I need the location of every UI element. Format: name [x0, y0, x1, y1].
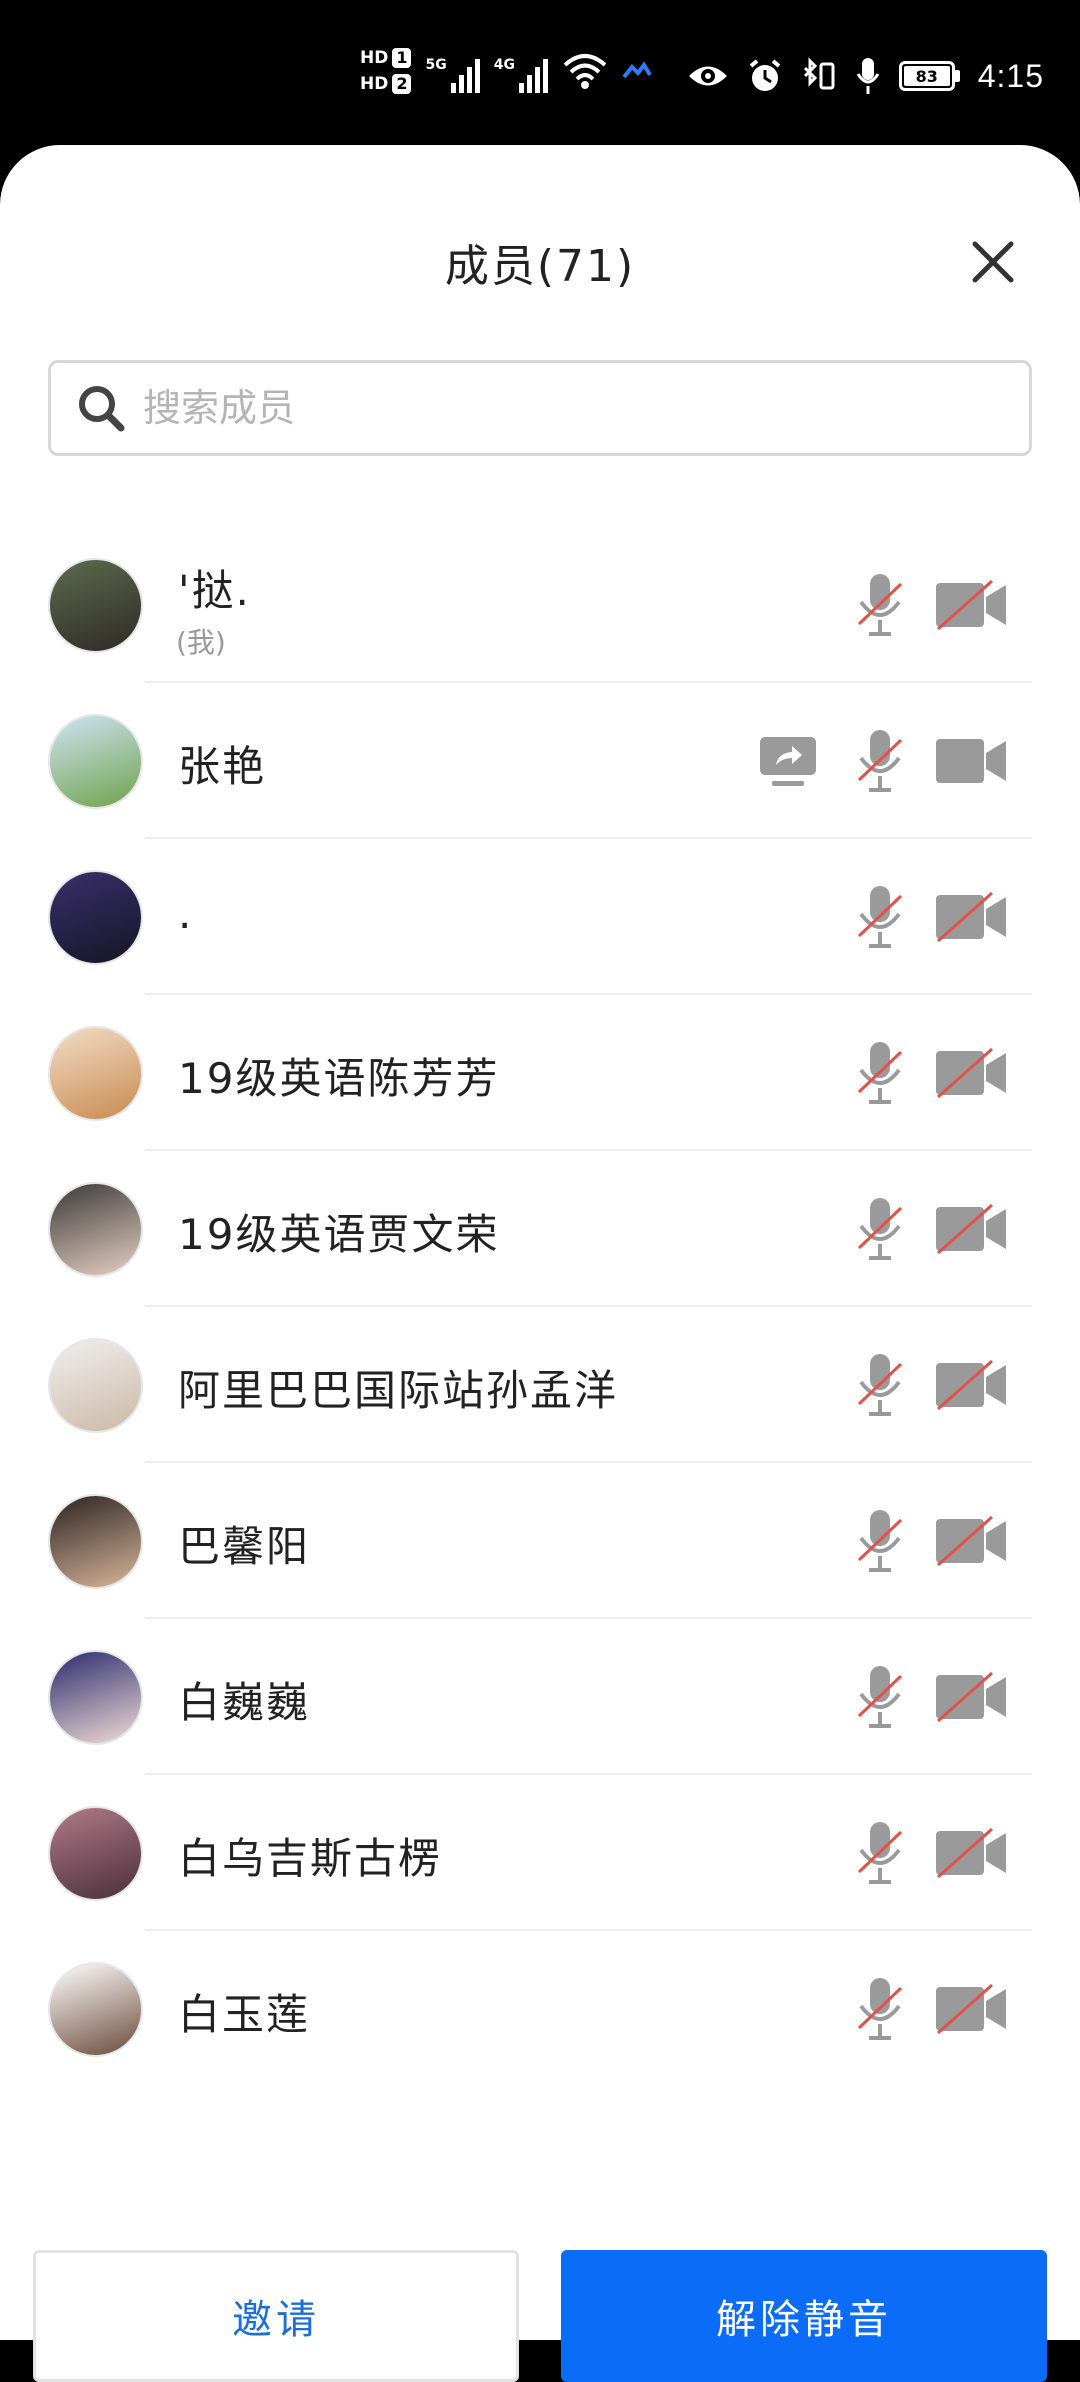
camera-off-icon[interactable]	[934, 1515, 1010, 1567]
alarm-icon	[749, 59, 780, 91]
avatar[interactable]	[48, 1338, 143, 1433]
member-list[interactable]: '挞. (我) 张艳 . 19级英语陈芳芳 19级英语贾文荣 阿里巴巴国际站孙孟…	[0, 527, 1080, 2087]
camera-off-icon[interactable]	[934, 1983, 1010, 2035]
microphone-muted-icon[interactable]	[855, 1664, 905, 1730]
avatar[interactable]	[48, 1026, 143, 1121]
camera-off-icon[interactable]	[934, 1827, 1010, 1879]
link-app-icon	[622, 61, 652, 79]
camera-off-icon[interactable]	[934, 1203, 1010, 1255]
member-row[interactable]: 19级英语陈芳芳	[0, 995, 1080, 1151]
avatar[interactable]	[48, 1650, 143, 1745]
screen-share-icon	[758, 735, 818, 789]
member-row[interactable]: 白玉莲	[0, 1931, 1080, 2087]
member-row[interactable]: '挞. (我)	[0, 527, 1080, 683]
signal-4g-icon: 4G	[494, 49, 548, 93]
member-name: 白玉莲	[178, 1990, 311, 2039]
microphone-muted-icon[interactable]	[855, 572, 905, 638]
net1-label: 5G	[425, 57, 447, 73]
avatar[interactable]	[48, 1962, 143, 2057]
camera-off-icon[interactable]	[934, 891, 1010, 943]
camera-off-icon[interactable]	[934, 1359, 1010, 1411]
search-icon	[79, 386, 125, 432]
avatar[interactable]	[48, 1806, 143, 1901]
member-row[interactable]: 白乌吉斯古楞	[0, 1775, 1080, 1931]
battery-level: 83	[903, 66, 950, 86]
close-icon	[972, 241, 1014, 283]
member-row[interactable]: 巴馨阳	[0, 1463, 1080, 1619]
camera-off-icon[interactable]	[934, 1047, 1010, 1099]
microphone-muted-icon[interactable]	[855, 1352, 905, 1418]
hd2-number: 2	[392, 74, 412, 94]
member-name: 19级英语陈芳芳	[178, 1054, 500, 1103]
avatar[interactable]	[48, 1182, 143, 1277]
hd1-indicator: HD 1	[360, 48, 412, 68]
hd1-number: 1	[392, 48, 412, 68]
microphone-muted-icon[interactable]	[855, 728, 905, 794]
status-left: HD 1 HD 2 5G 4G	[360, 48, 652, 94]
microphone-muted-icon[interactable]	[855, 884, 905, 950]
member-row[interactable]: 张艳	[0, 683, 1080, 839]
microphone-muted-icon[interactable]	[855, 1820, 905, 1886]
camera-on-icon[interactable]	[934, 735, 1010, 787]
microphone-muted-icon[interactable]	[855, 1976, 905, 2042]
camera-off-icon[interactable]	[934, 579, 1010, 631]
net2-label: 4G	[493, 57, 515, 73]
clock: 4:15	[977, 57, 1044, 94]
member-name: '挞.	[178, 566, 251, 615]
sheet-title: 成员(71)	[444, 241, 636, 292]
close-button[interactable]	[960, 229, 1026, 295]
search-input[interactable]	[143, 386, 963, 430]
member-self-tag: (我)	[176, 626, 226, 659]
status-bar: HD 1 HD 2 5G 4G 83 4:15	[0, 0, 1080, 145]
member-name: 19级英语贾文荣	[178, 1210, 500, 1259]
hd2-label: HD	[360, 74, 389, 94]
status-right: 83 4:15	[687, 56, 1044, 96]
member-row[interactable]: 白巍巍	[0, 1619, 1080, 1775]
member-name: .	[178, 889, 194, 938]
member-name: 白巍巍	[178, 1678, 311, 1727]
avatar[interactable]	[48, 714, 143, 809]
signal-5g-icon: 5G	[425, 49, 480, 93]
mic-icon	[856, 58, 879, 94]
bluetooth-vibrate-icon	[803, 57, 835, 90]
member-name: 巴馨阳	[178, 1522, 311, 1571]
hd-indicators: HD 1 HD 2	[360, 48, 412, 94]
microphone-muted-icon[interactable]	[855, 1040, 905, 1106]
search-box[interactable]	[48, 360, 1032, 456]
unmute-button[interactable]: 解除静音	[561, 2250, 1047, 2382]
invite-button[interactable]: 邀请	[33, 2250, 519, 2382]
microphone-muted-icon[interactable]	[855, 1508, 905, 1574]
avatar[interactable]	[48, 870, 143, 965]
wifi-icon	[563, 54, 607, 89]
battery-icon: 83	[898, 61, 960, 91]
eye-icon	[688, 66, 727, 86]
hd1-label: HD	[360, 48, 389, 68]
avatar[interactable]	[48, 1494, 143, 1589]
microphone-muted-icon[interactable]	[855, 1196, 905, 1262]
member-row[interactable]: 阿里巴巴国际站孙孟洋	[0, 1307, 1080, 1463]
member-row[interactable]: 19级英语贾文荣	[0, 1151, 1080, 1307]
camera-off-icon[interactable]	[934, 1671, 1010, 1723]
members-sheet: 成员(71) '挞. (我)	[0, 145, 1080, 2382]
member-name: 张艳	[178, 742, 267, 791]
member-name: 白乌吉斯古楞	[178, 1834, 443, 1883]
avatar[interactable]	[48, 558, 143, 653]
member-row[interactable]: .	[0, 839, 1080, 995]
member-name: 阿里巴巴国际站孙孟洋	[178, 1366, 619, 1415]
hd2-indicator: HD 2	[360, 74, 412, 94]
